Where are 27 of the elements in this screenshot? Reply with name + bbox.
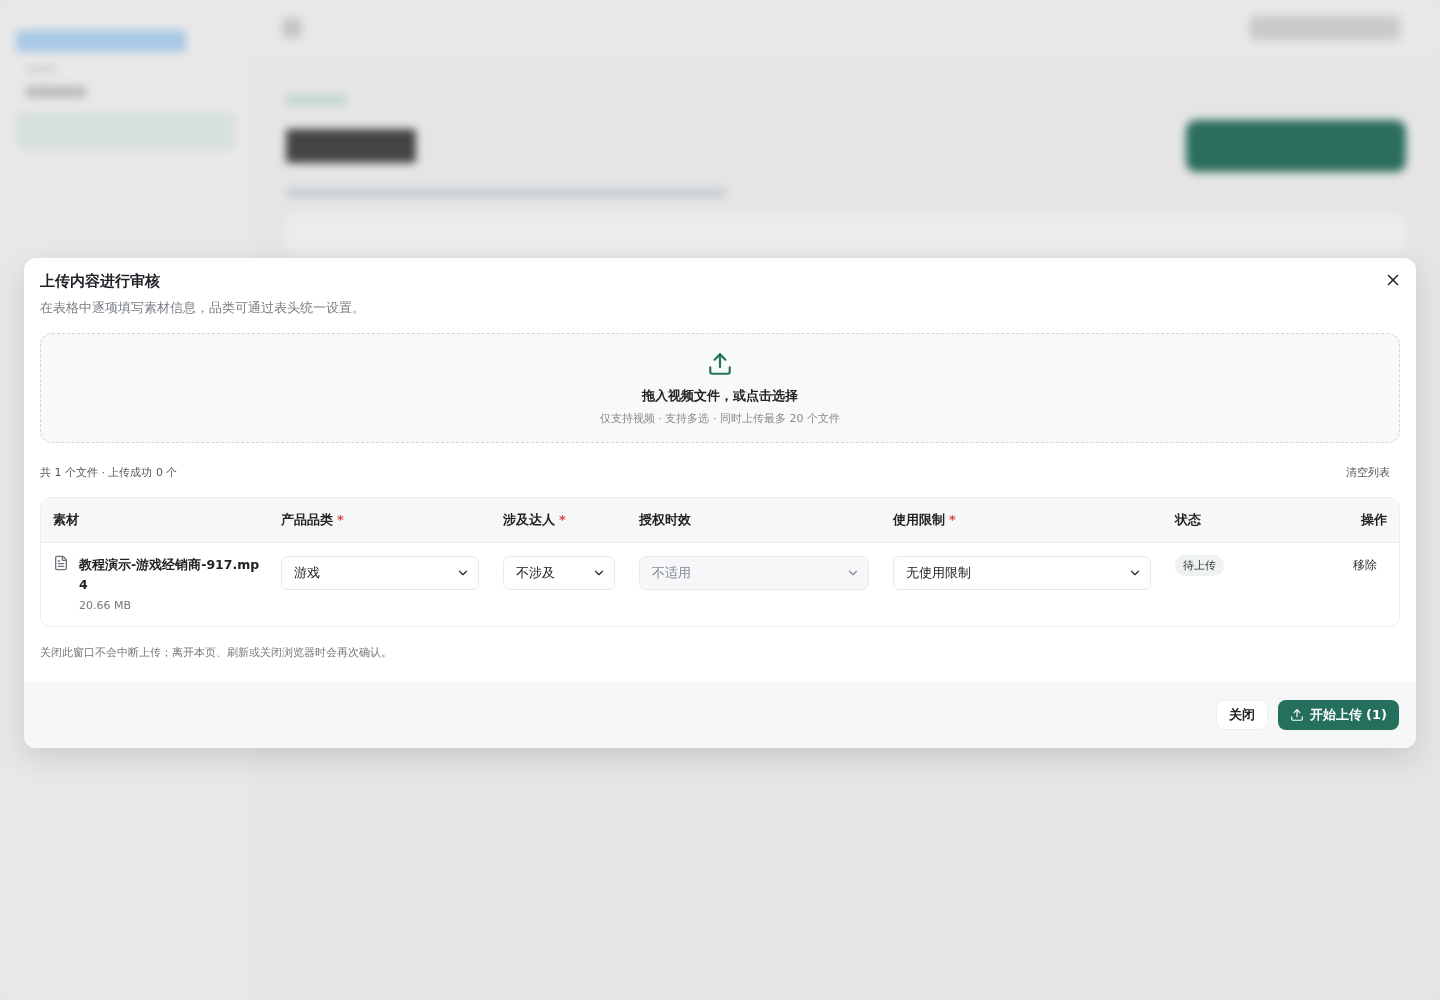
dialog-subtitle: 在表格中逐项填写素材信息，品类可通过表头统一设置。 xyxy=(40,299,366,317)
remove-link[interactable]: 移除 xyxy=(1353,557,1377,574)
upload-dropzone[interactable]: 拖入视频文件，或点击选择 仅支持视频 · 支持多选 · 同时上传最多 20 个文件 xyxy=(40,333,1400,443)
upload-note: 关闭此窗口不会中断上传；离开本页、刷新或关闭浏览器时会再次确认。 xyxy=(40,645,393,660)
start-upload-button[interactable]: 开始上传 (1) xyxy=(1277,700,1399,730)
column-header: 产品品类 * xyxy=(280,511,345,529)
close-dialog-button[interactable]: 关闭 xyxy=(1215,700,1268,730)
dropzone-hint: 仅支持视频 · 支持多选 · 同时上传最多 20 个文件 xyxy=(600,410,840,426)
column-header: 状态 xyxy=(1173,511,1202,529)
upload-icon xyxy=(707,350,733,377)
upload-summary: 共 1 个文件 · 上传成功 0 个 xyxy=(40,465,178,480)
column-header: 涉及达人 * xyxy=(502,511,567,529)
clear-list-link[interactable]: 清空列表 xyxy=(1346,465,1390,480)
column-header: 操作 xyxy=(1360,511,1388,529)
dialog-title: 上传内容进行审核 xyxy=(40,272,160,291)
status-badge: 待上传 xyxy=(1175,555,1224,576)
column-header: 授权时效 xyxy=(638,511,692,529)
file-icon xyxy=(53,555,69,571)
file-name: 教程演示-游戏经销商-917.mp4 xyxy=(79,556,261,594)
select-field[interactable]: 游戏 xyxy=(281,556,479,590)
dropzone-title: 拖入视频文件，或点击选择 xyxy=(642,386,798,405)
select-field[interactable]: 无使用限制 xyxy=(893,556,1151,590)
upload-icon xyxy=(1289,708,1304,722)
select-field[interactable]: 不涉及 xyxy=(503,556,615,590)
file-size: 20.66 MB xyxy=(79,599,133,612)
column-header: 使用限制 * xyxy=(891,511,957,529)
column-header: 素材 xyxy=(52,511,80,529)
